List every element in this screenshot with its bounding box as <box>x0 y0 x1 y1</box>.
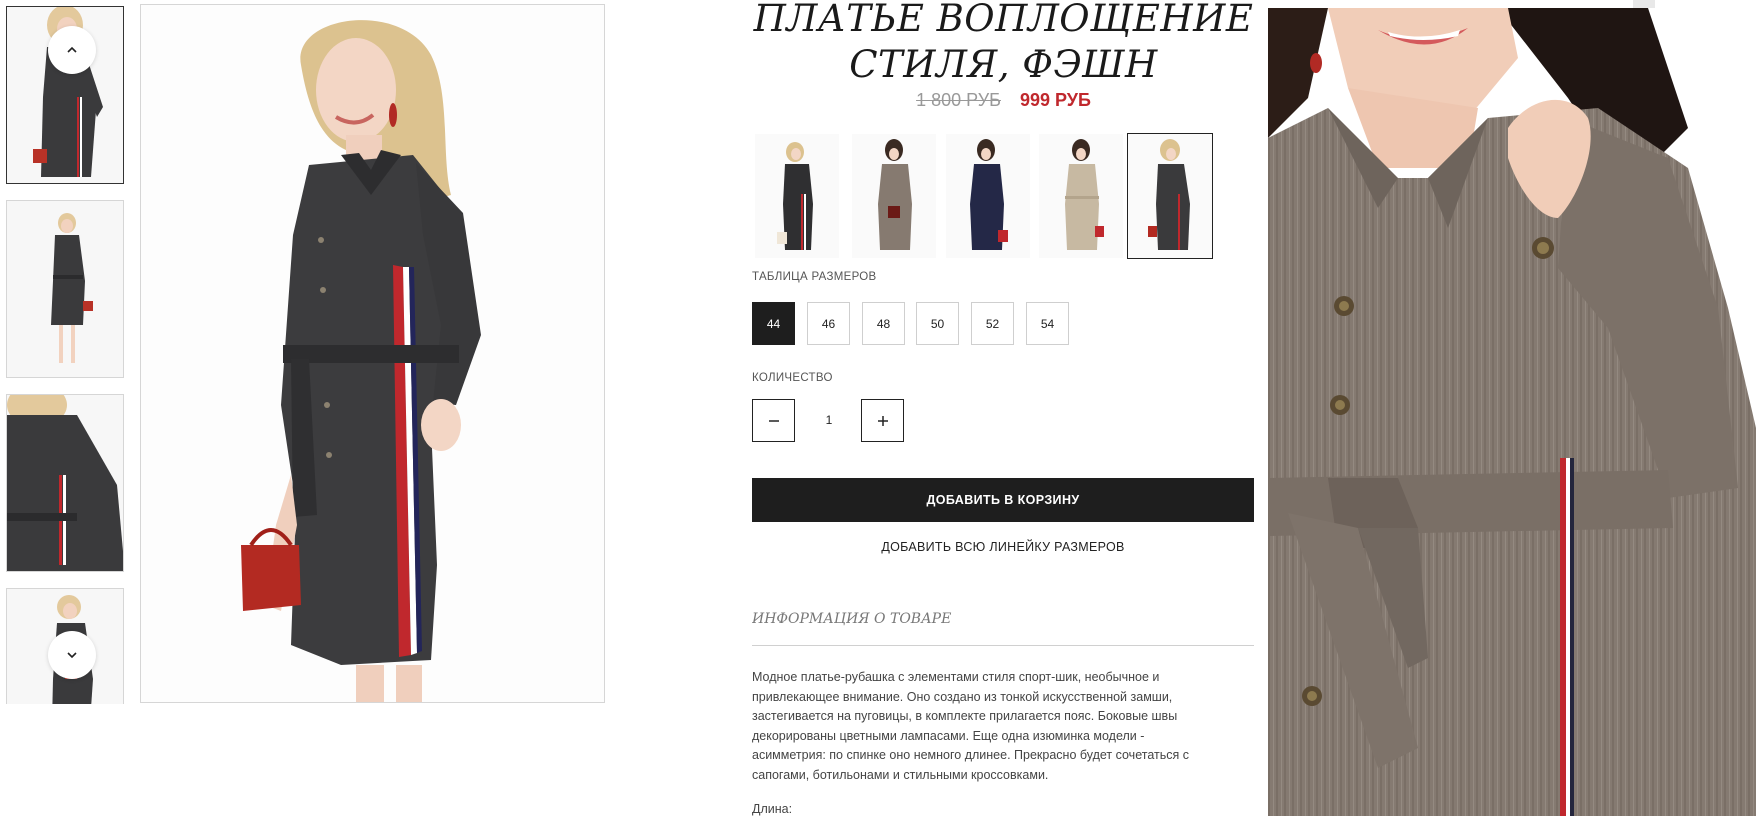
length-label: Длина: <box>752 802 793 816</box>
product-title-line-1: ПЛАТЬЕ ВОПЛОЩЕНИЕ <box>753 0 1254 40</box>
description-line: декорированы цветными лампасами. Еще одн… <box>752 728 1145 743</box>
color-variant-5[interactable] <box>1127 133 1213 259</box>
size-option-46[interactable]: 46 <box>807 302 850 345</box>
chevron-down-icon <box>67 652 77 659</box>
chevron-up-icon <box>67 46 77 53</box>
product-page: ПЛАТЬЕ ВОПЛОЩЕНИЕ СТИЛЯ, ФЭШН 1 800 РУБ … <box>0 0 1756 816</box>
add-to-cart-button[interactable]: ДОБАВИТЬ В КОРЗИНУ <box>752 478 1254 522</box>
description-line: асимметрия: по спинке оно немного длинее… <box>752 748 1189 763</box>
description-line: застегивается на пуговицы, в комплекте п… <box>752 709 1178 724</box>
color-variants <box>752 133 1255 260</box>
thumbnail-2[interactable] <box>6 200 124 378</box>
size-option-52[interactable]: 52 <box>971 302 1014 345</box>
thumbnails-down-button[interactable] <box>48 631 96 679</box>
color-variant-4[interactable] <box>1039 134 1123 258</box>
old-price: 1 800 РУБ <box>916 90 1001 110</box>
color-variant-1-image <box>755 134 839 258</box>
size-option-44[interactable]: 44 <box>752 302 795 345</box>
color-variant-3-image <box>946 134 1030 258</box>
quantity-increase-button[interactable] <box>861 399 904 442</box>
quantity-label: КОЛИЧЕСТВО <box>752 372 833 384</box>
minus-icon <box>768 419 779 422</box>
color-variant-3[interactable] <box>946 134 1030 258</box>
thumbnail-strip <box>6 6 127 704</box>
add-all-sizes-link[interactable]: ДОБАВИТЬ ВСЮ ЛИНЕЙКУ РАЗМЕРОВ <box>752 540 1254 554</box>
main-product-photo <box>141 5 604 702</box>
description-line: сапогами, ботильонами и стильными кроссо… <box>752 767 1049 782</box>
scrollbar-edge <box>1633 0 1655 8</box>
plus-icon <box>877 415 888 426</box>
thumbnails-up-button[interactable] <box>48 26 96 74</box>
description-line: привлекающее внимание. Оно создано из то… <box>752 689 1173 704</box>
sale-price: 999 РУБ <box>1019 90 1091 110</box>
product-description: Модное платье-рубашка с элементами стиля… <box>752 668 1252 786</box>
size-table-label[interactable]: ТАБЛИЦА РАЗМЕРОВ <box>752 271 877 283</box>
quantity-input[interactable]: 1 <box>795 399 863 442</box>
quantity-decrease-button[interactable] <box>752 399 795 442</box>
product-info-heading[interactable]: ИНФОРМАЦИЯ О ТОВАРЕ <box>752 611 951 627</box>
product-title: ПЛАТЬЕ ВОПЛОЩЕНИЕ СТИЛЯ, ФЭШН <box>752 0 1255 88</box>
color-variant-2-image <box>852 134 936 258</box>
color-variant-2[interactable] <box>852 134 936 258</box>
thumbnail-3[interactable] <box>6 394 124 572</box>
color-variant-5-image <box>1128 134 1212 258</box>
product-title-line-2: СТИЛЯ, ФЭШН <box>849 43 1158 86</box>
thumbnail-2-image <box>7 201 123 377</box>
thumbnail-3-image <box>7 395 123 571</box>
product-info-panel: ПЛАТЬЕ ВОПЛОЩЕНИЕ СТИЛЯ, ФЭШН 1 800 РУБ … <box>752 0 1255 816</box>
price-row: 1 800 РУБ 999 РУБ <box>752 90 1255 111</box>
size-option-54[interactable]: 54 <box>1026 302 1069 345</box>
color-variant-4-image <box>1039 134 1123 258</box>
description-line: Модное платье-рубашка с элементами стиля… <box>752 670 1160 684</box>
quantity-stepper: 1 <box>752 399 906 443</box>
detail-product-image[interactable] <box>1268 8 1756 816</box>
color-variant-1[interactable] <box>755 134 839 258</box>
size-option-48[interactable]: 48 <box>862 302 905 345</box>
info-divider <box>752 645 1254 646</box>
main-product-image[interactable] <box>140 4 605 703</box>
detail-product-photo <box>1268 8 1756 816</box>
size-option-50[interactable]: 50 <box>916 302 959 345</box>
